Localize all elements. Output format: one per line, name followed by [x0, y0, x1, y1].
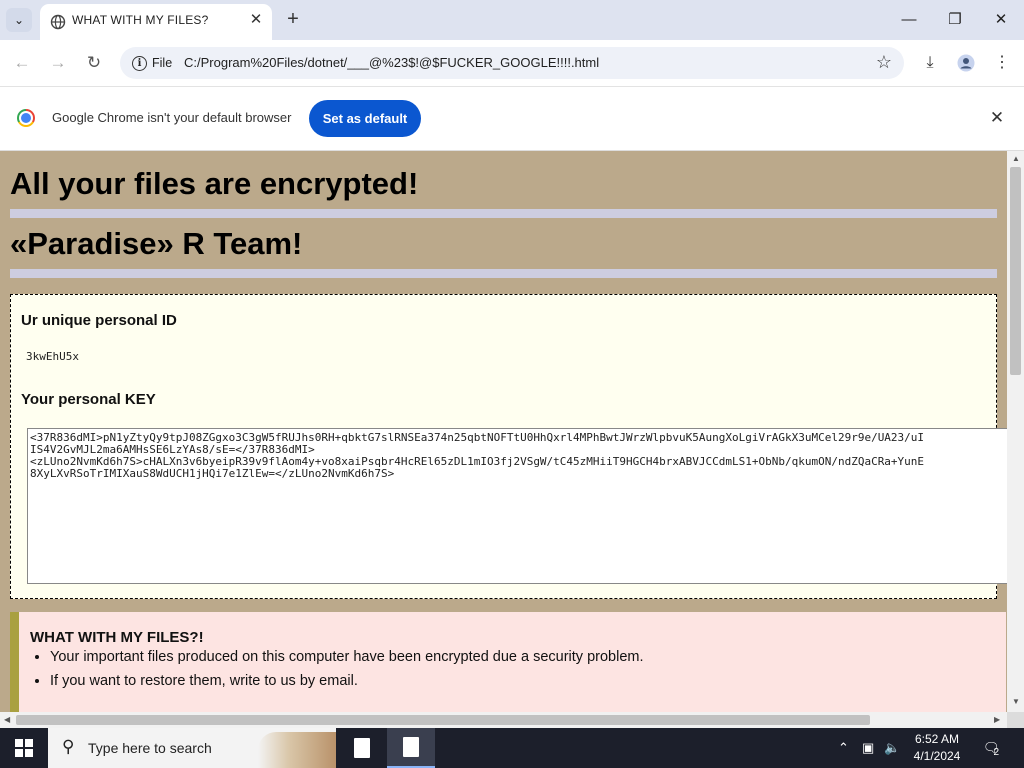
tray-chevron[interactable]: ⌃ [838, 728, 849, 768]
taskbar-app-2[interactable] [387, 728, 435, 768]
windows-logo-icon [15, 739, 33, 757]
back-button[interactable]: ← [9, 50, 35, 76]
close-window-button[interactable]: ✕ [981, 8, 1021, 32]
clock-time: 6:52 AM [914, 732, 960, 746]
horizontal-scrollbar[interactable]: ◀ ▶ [0, 712, 1007, 728]
scroll-up-icon[interactable]: ▲ [1012, 154, 1020, 163]
vertical-scrollbar[interactable]: ▲ ▼ [1007, 151, 1024, 712]
restore-icon: ❐ [948, 11, 962, 28]
minimize-icon: — [901, 11, 917, 28]
star-icon[interactable]: ☆ [876, 52, 892, 73]
plus-icon: + [287, 8, 299, 30]
reload-icon: ↻ [86, 53, 102, 72]
system-clock[interactable]: 6:52 AM 4/1/2024 [902, 731, 972, 765]
notification-count: 2 [993, 746, 1000, 758]
team-heading: «Paradise» R Team! [10, 226, 303, 261]
url-text[interactable]: C:/Program%20Files/dotnet/___@%23$!@$FUC… [184, 55, 599, 70]
tab-strip: ⌄ WHAT WITH MY FILES? ✕ + — ❐ ✕ [0, 0, 1024, 40]
start-button[interactable] [0, 728, 48, 768]
forward-button[interactable]: → [45, 50, 71, 76]
key-label: Your personal KEY [21, 391, 156, 408]
clock-date: 4/1/2024 [913, 749, 961, 763]
divider [10, 209, 997, 218]
warning-title: WHAT WITH MY FILES?! [30, 629, 204, 646]
document-icon [403, 737, 419, 757]
id-value[interactable]: 3kwEhU5x [26, 350, 79, 363]
taskbar-search-box[interactable]: ⚲ Type here to search [48, 728, 336, 768]
search-highlight-image [258, 732, 336, 768]
downloads-button[interactable]: ⤓ [917, 50, 943, 76]
personal-id-box: Ur unique personal ID 3kwEhU5x Your pers… [10, 294, 1007, 599]
key-line: <37R836dMI>pN1yZtyQy9tpJ08ZGgxo3C3gW5fRU… [30, 431, 925, 444]
taskbar: ⚲ Type here to search ⌃ ▣ 🔈 6:52 AM 4/1/… [0, 728, 1024, 768]
info-icon: i [132, 55, 147, 71]
tab-title: WHAT WITH MY FILES? [72, 13, 209, 27]
forward-arrow-icon: → [49, 53, 67, 72]
warning-list: Your important files produced on this co… [30, 649, 644, 697]
globe-icon [50, 14, 66, 30]
close-icon: ✕ [994, 11, 1008, 28]
horizontal-scroll-thumb[interactable] [16, 715, 870, 725]
chevron-up-icon: ⌃ [838, 740, 849, 755]
back-arrow-icon: ← [13, 53, 31, 72]
document-icon [354, 738, 370, 758]
network-icon: ▣ [862, 740, 875, 755]
search-placeholder: Type here to search [88, 740, 212, 756]
active-tab[interactable]: WHAT WITH MY FILES? ✕ [40, 4, 272, 40]
search-icon: ⚲ [62, 737, 75, 756]
key-line: 8XyLXvRSoTrIMIXauS8WdUCH1jHQi7e1ZlEw=</z… [30, 467, 395, 480]
scrollbar-corner [1007, 712, 1024, 728]
set-as-default-button[interactable]: Set as default [309, 100, 421, 137]
scroll-down-icon[interactable]: ▼ [1012, 697, 1020, 706]
scheme-label: File [152, 56, 173, 70]
infobar-close-icon[interactable]: ✕ [986, 107, 1008, 129]
profile-button[interactable] [953, 50, 979, 76]
download-icon: ⤓ [926, 54, 934, 71]
divider [10, 269, 997, 278]
minimize-button[interactable]: — [889, 8, 929, 32]
kebab-menu-icon: ⋮ [994, 54, 1010, 71]
list-item: Your important files produced on this co… [50, 649, 644, 665]
tab-search-button[interactable]: ⌄ [6, 8, 32, 32]
page-title: All your files are encrypted! [10, 166, 419, 201]
menu-button[interactable]: ⋮ [989, 50, 1015, 76]
network-status[interactable]: ▣ [862, 728, 874, 768]
volume-muted-icon: 🔈 [884, 740, 901, 755]
new-tab-button[interactable]: + [282, 8, 304, 30]
vertical-scroll-thumb[interactable] [1010, 167, 1021, 375]
chevron-down-icon: ⌄ [13, 13, 25, 27]
list-item: If you want to restore them, write to us… [50, 673, 644, 689]
id-label: Ur unique personal ID [21, 312, 177, 329]
chrome-logo-icon [17, 109, 35, 127]
profile-icon [957, 54, 975, 72]
infobar-message: Google Chrome isn't your default browser [52, 110, 292, 125]
scroll-right-icon[interactable]: ▶ [994, 715, 1000, 724]
default-browser-infobar: Google Chrome isn't your default browser… [0, 87, 1024, 151]
taskbar-app-1[interactable] [338, 728, 386, 768]
page-content: All your files are encrypted! «Paradise»… [0, 151, 1007, 712]
browser-toolbar: ← → ↻ i File C:/Program%20Files/dotnet/_… [0, 40, 1024, 87]
address-bar[interactable]: i File C:/Program%20Files/dotnet/___@%23… [120, 47, 904, 79]
warning-box: WHAT WITH MY FILES?! Your important file… [10, 612, 1006, 712]
site-info-chip[interactable]: i File [124, 50, 180, 76]
volume-control[interactable]: 🔈 [884, 728, 900, 768]
reload-button[interactable]: ↻ [81, 50, 107, 76]
scroll-left-icon[interactable]: ◀ [4, 715, 10, 724]
key-textarea[interactable]: <37R836dMI>pN1yZtyQy9tpJ08ZGgxo3C3gW5fRU… [27, 428, 1007, 584]
restore-button[interactable]: ❐ [935, 8, 975, 32]
tab-close-icon[interactable]: ✕ [246, 10, 266, 30]
notification-center[interactable]: 🗨 2 [983, 728, 1000, 768]
